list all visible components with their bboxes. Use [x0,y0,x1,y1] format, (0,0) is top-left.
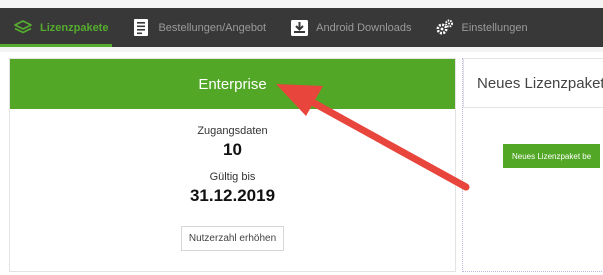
nav-item-label: Lizenzpakete [40,21,109,34]
new-package-panel: Neues Lizenzpaket Neues Lizenzpaket be [462,58,603,272]
valid-until-value: 31.12.2019 [189,186,276,205]
nav-bar: Lizenzpakete Bestellungen/Angebot Androi… [0,8,603,47]
nav-item-label: Android Downloads [316,21,412,34]
document-list-icon [131,18,151,38]
nav-item-label: Bestellungen/Angebot [158,21,267,34]
download-tray-icon [289,18,309,38]
license-card-body: Zugangsdaten 10 Gültig bis 31.12.2019 Nu… [10,125,455,251]
new-package-title: Neues Lizenzpaket [463,58,603,108]
access-value: 10 [223,140,242,159]
access-label: Zugangsdaten [197,125,268,137]
nav-item-einstellungen[interactable]: Einstellungen [422,8,528,47]
license-card-header: Enterprise [10,59,455,109]
layers-icon [13,18,33,38]
nav-item-label: Einstellungen [461,21,528,34]
nav-item-lizenzpakete[interactable]: Lizenzpakete [0,8,108,47]
nav-item-bestellungen[interactable]: Bestellungen/Angebot [118,8,266,47]
nav-item-android-downloads[interactable]: Android Downloads [276,8,412,47]
license-title: Enterprise [198,75,267,93]
new-package-button[interactable]: Neues Lizenzpaket be [503,144,601,168]
gears-icon [435,18,455,38]
top-navigation: Lizenzpakete Bestellungen/Angebot Androi… [0,0,603,52]
license-card: Enterprise Zugangsdaten 10 Gültig bis 31… [9,58,456,272]
valid-until-label: Gültig bis [209,171,256,183]
increase-users-button[interactable]: Nutzerzahl erhöhen [180,226,285,251]
